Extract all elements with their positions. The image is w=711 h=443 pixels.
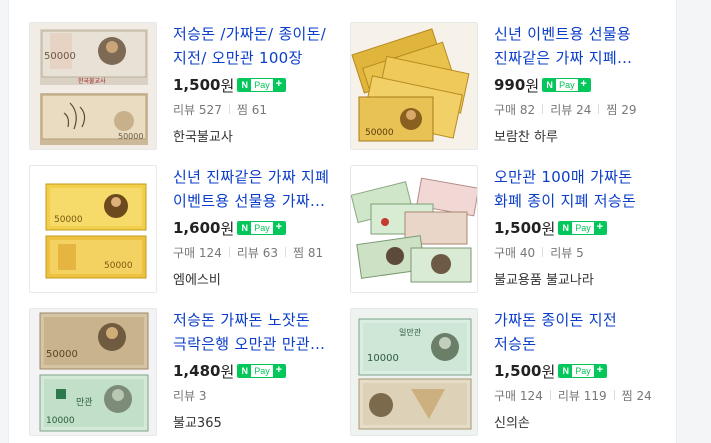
product-stats: 구매 82 리뷰 24 찜 29: [494, 100, 662, 118]
price-row: 1,500 원 N Pay +: [494, 360, 662, 382]
product-title-link[interactable]: 오만관 100매 가짜돈 화폐 종이 지폐 저승돈: [494, 165, 662, 213]
gold-notes-image: 50000 50000: [30, 166, 156, 292]
stat-purchase: 구매 82: [494, 102, 536, 117]
note-value-text: 10000: [367, 353, 399, 364]
stat-review: 리뷰 24: [550, 102, 592, 117]
product-thumbnail[interactable]: 50000 50000: [29, 165, 157, 293]
price-amount: 1,600: [173, 219, 221, 237]
note-label-text: 일만관: [399, 327, 422, 337]
price-unit: 원: [525, 76, 540, 95]
product-grid-panel: 50000 한국불교사 50000 저승돈 /가짜돈/ 종이돈/ 지전/ 오만관…: [8, 0, 677, 443]
stat-review: 리뷰 527: [173, 102, 222, 117]
seller-name[interactable]: 한국불교사: [173, 126, 341, 145]
npay-badge-icon: N Pay +: [237, 221, 286, 235]
gold-notes-fan-image: 50000: [351, 23, 477, 149]
product-stats: 리뷰 3: [173, 386, 341, 404]
product-title-link[interactable]: 신년 이벤트용 선물용 진짜같은 가짜 지폐 가짜...: [494, 22, 662, 70]
money-bundle-image: 50000 한국불교사 50000: [30, 23, 156, 149]
stat-purchase: 구매 40: [494, 245, 536, 260]
price-amount: 1,500: [494, 362, 542, 380]
product-title-link[interactable]: 가짜돈 종이돈 지전 저승돈: [494, 308, 662, 356]
note-value-text: 50000: [54, 215, 83, 225]
stat-divider: [228, 104, 230, 114]
price-amount: 1,500: [494, 219, 542, 237]
product-thumbnail[interactable]: 50000: [350, 22, 478, 150]
bundle-notes-image: 50000 만관 10000: [30, 309, 156, 435]
price-row: 1,600 원 N Pay +: [173, 217, 341, 239]
price-amount: 1,480: [173, 362, 221, 380]
seller-name[interactable]: 불교용품 불교나라: [494, 269, 662, 288]
stat-review: 리뷰 63: [236, 245, 279, 260]
product-thumbnail[interactable]: 일만관 10000: [350, 308, 478, 436]
note-value-text-2: 10000: [46, 416, 75, 426]
note-value-text: 50000: [365, 128, 394, 138]
product-stats: 구매 124 리뷰 63 찜 81: [173, 243, 341, 261]
price-row: 1,480 원 N Pay +: [173, 360, 341, 382]
stat-review: 리뷰 5: [550, 245, 584, 260]
stat-review: 리뷰 119: [557, 388, 607, 403]
stat-wishlist: 찜 29: [606, 102, 637, 117]
product-title-link[interactable]: 저승돈 /가짜돈/ 종이돈/ 지전/ 오만관 100장: [173, 22, 341, 70]
stat-purchase: 구매 124: [173, 245, 222, 260]
npay-badge-icon: N Pay +: [558, 364, 607, 378]
product-card[interactable]: 일만관 10000 가짜돈 종이돈 지전 저승돈 1,500 원 N Pay + 구매…: [330, 308, 652, 440]
price-row: 1,500 원 N Pay +: [494, 217, 662, 239]
price-row: 1,500 원 N Pay +: [173, 74, 341, 96]
price-unit: 원: [220, 76, 235, 95]
note-value-text-2: 50000: [104, 261, 133, 271]
stat-review: 리뷰 3: [173, 388, 207, 403]
product-card[interactable]: 50000 신년 이벤트용 선물용 진짜같은 가짜 지폐 가짜... 990원 …: [330, 22, 650, 154]
stacked-notes-image: 일만관 10000: [351, 309, 477, 435]
price-amount: 990: [494, 76, 526, 94]
stat-wishlist: 찜 81: [293, 245, 324, 260]
price-unit: 원: [541, 219, 556, 238]
stat-wishlist: 찜 24: [621, 388, 652, 403]
product-thumbnail[interactable]: [350, 165, 478, 293]
product-thumbnail[interactable]: 50000 만관 10000: [29, 308, 157, 436]
stat-purchase: 구매 124: [494, 388, 543, 403]
product-stats: 리뷰 527 찜 61: [173, 100, 341, 118]
product-title-link[interactable]: 저승돈 가짜돈 노잣돈 극락은행 오만관 만관 종...: [173, 308, 341, 356]
price-unit: 원: [220, 362, 235, 381]
seller-name[interactable]: 불교365: [173, 412, 341, 431]
product-card[interactable]: 50000 50000 신년 진짜같은 가짜 지폐 이벤트용 선물용 가짜...…: [9, 165, 329, 297]
note-label-text: 만관: [76, 397, 93, 408]
product-card[interactable]: 오만관 100매 가짜돈 화폐 종이 지폐 저승돈 1,500 원 N Pay + 구…: [330, 165, 650, 297]
npay-badge-icon: N Pay +: [558, 221, 607, 235]
seller-name[interactable]: 엠에스비: [173, 269, 341, 288]
npay-badge-icon: N Pay +: [237, 78, 286, 92]
stat-wishlist: 찜 61: [236, 102, 267, 117]
product-title-link[interactable]: 신년 진짜같은 가짜 지폐 이벤트용 선물용 가짜...: [173, 165, 341, 213]
seller-name[interactable]: 보람찬 하루: [494, 126, 662, 145]
product-card[interactable]: 50000 만관 10000 저승돈 가짜돈 노잣돈 극락은행 오만관 만관 종…: [9, 308, 329, 440]
price-row: 990 원 N Pay +: [494, 74, 662, 96]
product-card[interactable]: 50000 한국불교사 50000 저승돈 /가짜돈/ 종이돈/ 지전/ 오만관…: [9, 22, 329, 154]
product-stats: 구매 124 리뷰 119 찜 24: [494, 386, 662, 404]
note-value-text: 50000: [46, 349, 78, 360]
note-value-text: 50000: [44, 51, 76, 62]
bundle-caption: 한국불교사: [78, 77, 106, 85]
npay-badge-icon: N Pay +: [542, 78, 591, 92]
seller-name[interactable]: 신의손: [494, 412, 662, 431]
price-amount: 1,500: [173, 76, 221, 94]
paper-notes-image: [351, 166, 477, 292]
npay-badge-icon: N Pay +: [237, 364, 286, 378]
price-unit: 원: [541, 362, 556, 381]
note-value-text-2: 50000: [118, 132, 143, 141]
product-stats: 구매 40 리뷰 5: [494, 243, 662, 261]
product-thumbnail[interactable]: 50000 한국불교사 50000: [29, 22, 157, 150]
price-unit: 원: [220, 219, 235, 238]
